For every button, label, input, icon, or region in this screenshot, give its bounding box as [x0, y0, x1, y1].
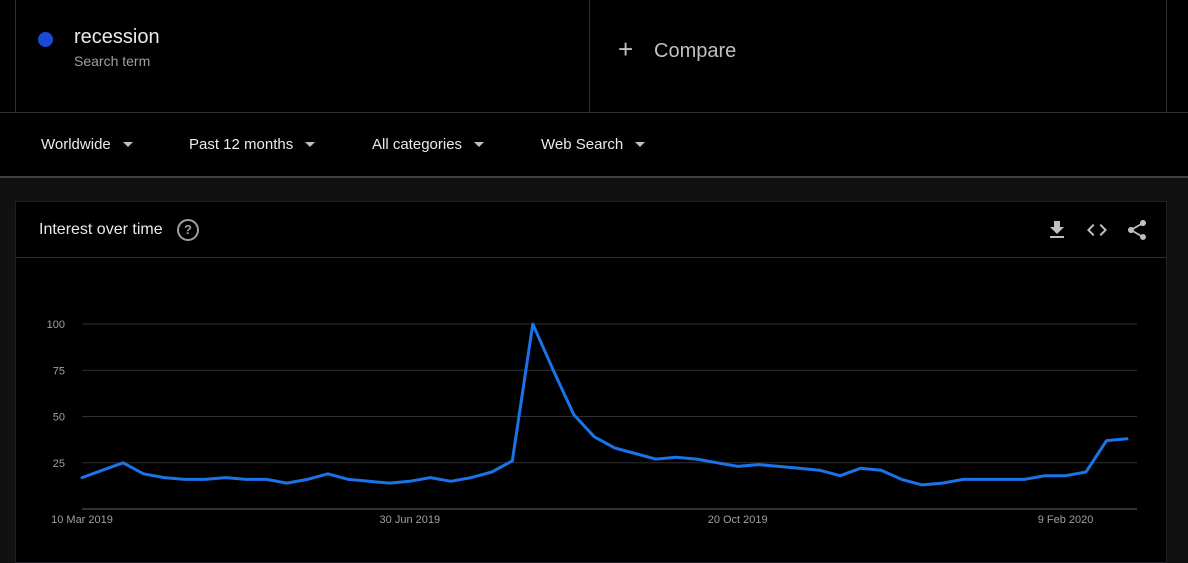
compare-label[interactable]: Compare [654, 40, 736, 63]
card-title: Interest over time [39, 221, 163, 238]
data-point[interactable] [755, 462, 761, 468]
filter-time-range-label: Past 12 months [189, 136, 294, 153]
data-point[interactable] [899, 476, 905, 482]
data-point[interactable] [571, 412, 577, 418]
data-point[interactable] [407, 478, 413, 484]
search-term-card[interactable]: recession Search term [15, 0, 590, 112]
data-point[interactable] [427, 475, 433, 481]
data-point[interactable] [673, 454, 679, 460]
x-tick-label: 10 Mar 2019 [51, 514, 113, 526]
data-point[interactable] [735, 463, 741, 469]
data-point[interactable] [796, 465, 802, 471]
data-point[interactable] [632, 451, 638, 457]
filter-time-range[interactable]: Past 12 months [189, 136, 316, 153]
embed-icon[interactable] [1085, 218, 1109, 242]
y-tick-label: 50 [53, 412, 65, 424]
data-point[interactable] [817, 467, 823, 473]
data-point[interactable] [981, 476, 987, 482]
data-point[interactable] [1124, 436, 1130, 442]
share-icon[interactable] [1125, 218, 1149, 242]
y-tick-label: 75 [53, 365, 65, 377]
search-term-name[interactable]: recession [74, 26, 160, 49]
x-tick-label: 30 Jun 2019 [380, 514, 441, 526]
data-point[interactable] [940, 480, 946, 486]
data-point[interactable] [1001, 476, 1007, 482]
data-point[interactable] [919, 482, 925, 488]
chart-grid [82, 323, 1137, 510]
data-point[interactable] [694, 456, 700, 462]
data-point[interactable] [1104, 438, 1110, 444]
search-term-bar: recession Search term + Compare [0, 0, 1188, 112]
data-point[interactable] [181, 476, 187, 482]
filter-category[interactable]: All categories [372, 136, 485, 153]
data-point[interactable] [1083, 469, 1089, 475]
data-point[interactable] [509, 458, 515, 464]
data-point[interactable] [653, 456, 659, 462]
series-color-dot [38, 32, 53, 47]
data-point[interactable] [243, 476, 249, 482]
data-point[interactable] [263, 476, 269, 482]
data-point[interactable] [1022, 476, 1028, 482]
data-point[interactable] [345, 476, 351, 482]
data-point[interactable] [448, 478, 454, 484]
x-tick-label: 9 Feb 2020 [1038, 514, 1094, 526]
data-point[interactable] [776, 463, 782, 469]
filter-search-type[interactable]: Web Search [541, 136, 646, 153]
data-point[interactable] [304, 476, 310, 482]
x-tick-label: 20 Oct 2019 [708, 514, 768, 526]
data-point[interactable] [468, 475, 474, 481]
y-axis: 25 50 75 100 [47, 319, 65, 470]
interest-chart: 25 50 75 100 10 Mar 2019 30 Jun 2019 20 Oct 2… [47, 319, 1137, 526]
data-point[interactable] [284, 480, 290, 486]
data-point[interactable] [161, 475, 167, 481]
x-axis: 10 Mar 2019 30 Jun 2019 20 Oct 2019 9 Feb 2… [51, 514, 1093, 526]
y-tick-label: 25 [53, 458, 65, 470]
data-point[interactable] [858, 465, 864, 471]
data-point[interactable] [202, 476, 208, 482]
data-point[interactable] [714, 460, 720, 466]
data-point[interactable] [1042, 473, 1048, 479]
download-icon[interactable] [1045, 218, 1069, 242]
data-point[interactable] [878, 467, 884, 473]
filter-category-label: All categories [372, 136, 463, 153]
data-point[interactable] [612, 445, 618, 451]
search-term-type: Search term [74, 53, 151, 69]
data-point[interactable] [120, 460, 126, 466]
plus-icon[interactable]: + [618, 36, 633, 62]
data-point[interactable] [366, 478, 372, 484]
caret-down-icon [305, 142, 316, 147]
filter-location-label: Worldwide [41, 136, 111, 153]
filter-location[interactable]: Worldwide [41, 136, 133, 153]
data-point[interactable] [837, 473, 843, 479]
data-point[interactable] [386, 480, 392, 486]
data-point[interactable] [79, 475, 85, 481]
caret-down-icon [635, 142, 646, 147]
data-point[interactable] [591, 434, 597, 440]
data-point[interactable] [530, 321, 536, 327]
caret-down-icon [122, 142, 133, 147]
compare-card[interactable]: + Compare [590, 0, 1167, 112]
data-point[interactable] [222, 475, 228, 481]
data-point[interactable] [960, 476, 966, 482]
filter-search-type-label: Web Search [541, 136, 624, 153]
card-header: Interest over time ? [16, 202, 1166, 258]
interest-over-time-card: Interest over time ? 25 50 75 100 10 Mar 20… [15, 201, 1167, 563]
data-point[interactable] [325, 471, 331, 477]
series-line-recession[interactable] [80, 322, 1129, 487]
filter-bar: Worldwide Past 12 months All categories … [0, 112, 1188, 178]
data-point[interactable] [99, 467, 105, 473]
y-tick-label: 100 [47, 319, 65, 331]
help-icon[interactable]: ? [177, 219, 199, 241]
data-point[interactable] [550, 367, 556, 373]
data-point[interactable] [489, 469, 495, 475]
caret-down-icon [474, 142, 485, 147]
data-point[interactable] [1063, 473, 1069, 479]
data-point[interactable] [140, 471, 146, 477]
